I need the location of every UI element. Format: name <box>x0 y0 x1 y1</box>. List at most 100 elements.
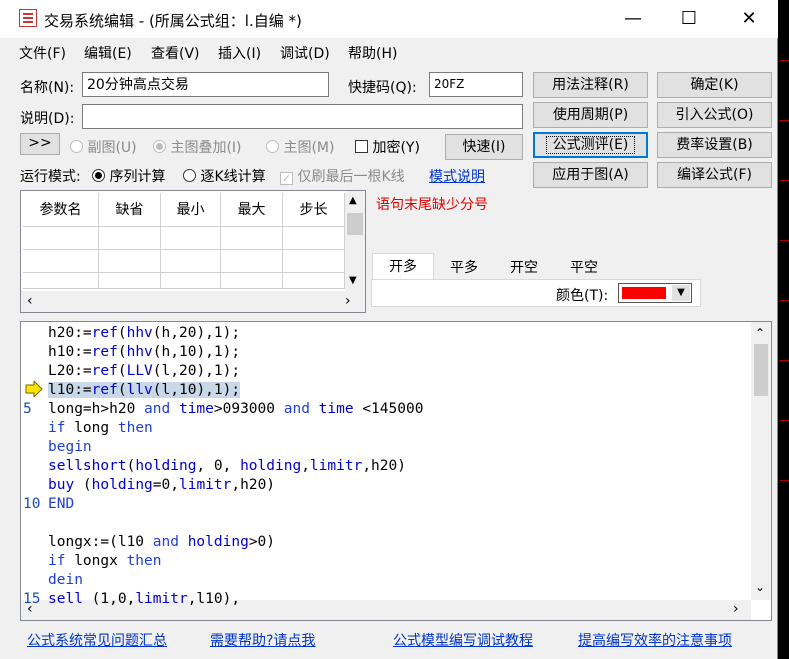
menu-insert[interactable]: 插入(I) <box>218 43 261 63</box>
footer-link-faq[interactable]: 公式系统常见问题汇总 <box>27 630 167 650</box>
line-number: 15 <box>23 591 41 607</box>
radio-main[interactable]: 主图(M) <box>266 137 334 157</box>
table-cell[interactable] <box>221 250 283 273</box>
code-line[interactable]: sellshort(holding, 0, holding,limitr,h20… <box>48 457 406 476</box>
scroll-thumb[interactable] <box>754 344 768 396</box>
usage-notes-button[interactable]: 用法注释(R) <box>533 72 648 98</box>
shortcut-label: 快捷码(Q): <box>348 80 417 96</box>
maximize-button[interactable]: ☐ <box>666 0 712 38</box>
table-cell[interactable] <box>283 273 345 289</box>
radio-main-overlay-label: 主图叠加(I) <box>170 140 242 156</box>
expand-button[interactable]: >> <box>20 133 60 155</box>
code-line[interactable]: h10:=ref(hhv(h,10),1); <box>48 343 240 362</box>
table-cell[interactable] <box>99 250 161 273</box>
footer-link-help[interactable]: 需要帮助?请点我 <box>210 630 315 650</box>
description-input[interactable] <box>82 104 523 129</box>
shortcut-input[interactable]: 20FZ <box>429 72 523 97</box>
code-line[interactable]: h20:=ref(hhv(h,20),1); <box>48 324 240 343</box>
code-line[interactable]: sell (1,0,limitr,l10), <box>48 590 240 609</box>
table-cell[interactable] <box>283 250 345 273</box>
code-line[interactable]: buy (holding=0,limitr,h20) <box>48 476 275 495</box>
menu-debug[interactable]: 调试(D) <box>280 43 330 63</box>
radio-main-overlay[interactable]: 主图叠加(I) <box>153 137 242 157</box>
footer-link-tips[interactable]: 提高编写效率的注意事项 <box>578 630 732 650</box>
editor-vertical-scrollbar[interactable]: ⌃ ⌄ <box>751 322 771 600</box>
scroll-down-icon[interactable]: ▼ <box>349 275 357 286</box>
scroll-down-icon[interactable]: ⌄ <box>755 580 765 594</box>
table-cell[interactable] <box>161 250 221 273</box>
code-line[interactable]: if long then <box>48 419 153 438</box>
menu-view[interactable]: 查看(V) <box>151 43 200 63</box>
table-cell[interactable] <box>283 227 345 250</box>
table-cell[interactable] <box>23 250 99 273</box>
apply-to-chart-button[interactable]: 应用于图(A) <box>533 162 648 188</box>
line-number: 10 <box>23 496 41 512</box>
code-line[interactable]: long=h>h20 and time>093000 and time <145… <box>48 400 423 419</box>
scroll-up-icon[interactable]: ▲ <box>349 195 357 206</box>
code-line[interactable]: if longx then <box>48 552 162 571</box>
scroll-up-icon[interactable]: ⌃ <box>755 326 765 340</box>
radio-main-overlay-dot <box>153 140 166 153</box>
column-header[interactable]: 最大 <box>221 193 283 227</box>
code-line[interactable]: L20:=ref(LLV(l,20),1); <box>48 362 240 381</box>
tab-open-short[interactable]: 开空 <box>494 256 554 280</box>
radio-subchart[interactable]: 副图(U) <box>70 137 137 157</box>
name-input[interactable]: 20分钟高点交易 <box>82 72 329 97</box>
footer-link-tutorial[interactable]: 公式模型编写调试教程 <box>393 630 533 650</box>
param-vertical-scrollbar[interactable]: ▲ ▼ <box>345 191 365 291</box>
table-cell[interactable] <box>221 273 283 289</box>
tab-open-long[interactable]: 开多 <box>372 253 434 282</box>
ok-button[interactable]: 确定(K) <box>657 72 772 98</box>
parameter-table[interactable]: 参数名 缺省 最小 最大 步长 ▲ ▼ ‹ › <box>20 190 366 313</box>
close-button[interactable]: ✕ <box>726 0 772 38</box>
menu-edit[interactable]: 编辑(E) <box>84 43 132 63</box>
description-label: 说明(D): <box>20 111 75 127</box>
code-line[interactable]: dein <box>48 571 83 590</box>
column-header[interactable]: 步长 <box>283 193 345 227</box>
mode-help-link[interactable]: 模式说明 <box>429 166 485 186</box>
color-label: 颜色(T): <box>556 288 609 304</box>
scroll-right-icon[interactable]: › <box>733 601 739 617</box>
menu-file[interactable]: 文件(F) <box>19 43 66 63</box>
formula-test-button[interactable]: 公式测评(E) <box>533 132 648 158</box>
import-formula-button[interactable]: 引入公式(O) <box>657 102 772 128</box>
current-line-arrow-icon <box>25 379 43 399</box>
column-header[interactable]: 缺省 <box>99 193 161 227</box>
name-label: 名称(N): <box>20 80 75 96</box>
table-cell[interactable] <box>161 273 221 289</box>
scroll-thumb[interactable] <box>347 213 363 235</box>
mode-serial-radio[interactable]: 序列计算 <box>92 166 165 186</box>
use-period-button[interactable]: 使用周期(P) <box>533 102 648 128</box>
minimize-button[interactable]: — <box>610 0 656 38</box>
scroll-left-icon[interactable]: ‹ <box>27 293 33 309</box>
encrypt-checkbox[interactable]: 加密(Y) <box>355 137 420 157</box>
refresh-last-checkbox[interactable]: ✓ 仅刷最后一根K线 <box>280 166 405 186</box>
fee-settings-button[interactable]: 费率设置(B) <box>657 132 772 158</box>
table-cell[interactable] <box>99 227 161 250</box>
refresh-last-checkbox-box: ✓ <box>280 172 293 185</box>
code-line[interactable]: l10:=ref(llv(l,10),1); <box>48 381 241 400</box>
table-cell[interactable] <box>221 227 283 250</box>
tab-close-long[interactable]: 平多 <box>434 256 494 280</box>
scroll-right-icon[interactable]: › <box>345 293 351 309</box>
color-picker[interactable]: ▼ <box>618 283 692 303</box>
window-title: 交易系统编辑 - (所属公式组：l.自编 *) <box>44 12 302 30</box>
code-line[interactable]: END <box>48 495 74 514</box>
title-bar: 交易系统编辑 - (所属公式组：l.自编 *) — ☐ ✕ <box>0 0 778 38</box>
table-cell[interactable] <box>161 227 221 250</box>
param-horizontal-scrollbar[interactable]: ‹ › <box>21 291 365 312</box>
column-header[interactable]: 最小 <box>161 193 221 227</box>
code-editor[interactable]: ⌃ ⌄ ‹ › h20:=ref(hhv(h,20),1); h10:=ref(h… <box>20 321 772 621</box>
table-cell[interactable] <box>23 227 99 250</box>
code-line[interactable]: begin <box>48 438 92 457</box>
code-line[interactable]: longx:=(l10 and holding>0) <box>48 533 275 552</box>
table-cell[interactable] <box>23 273 99 289</box>
compile-formula-button[interactable]: 编译公式(F) <box>657 162 772 188</box>
fast-button[interactable]: 快速(I) <box>445 134 523 160</box>
column-header[interactable]: 参数名 <box>23 193 99 227</box>
chevron-down-icon[interactable]: ▼ <box>672 285 690 301</box>
menu-help[interactable]: 帮助(H) <box>348 43 397 63</box>
tab-close-short[interactable]: 平空 <box>554 256 614 280</box>
mode-kline-radio[interactable]: 逐K线计算 <box>183 166 266 186</box>
table-cell[interactable] <box>99 273 161 289</box>
